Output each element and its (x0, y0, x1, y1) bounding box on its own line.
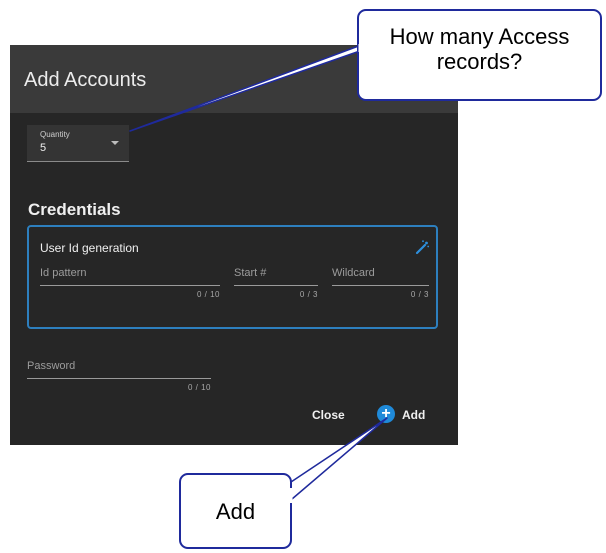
top-callout-line2: records? (436, 49, 523, 74)
callout-overlay (129, 9, 602, 549)
top-callout-line1: How many Access (389, 24, 570, 49)
bottom-callout-pointer (284, 417, 388, 506)
bottom-callout-text: Add (215, 499, 256, 524)
top-callout-text: How many Access records? (358, 24, 601, 74)
top-callout-pointer (129, 43, 381, 132)
